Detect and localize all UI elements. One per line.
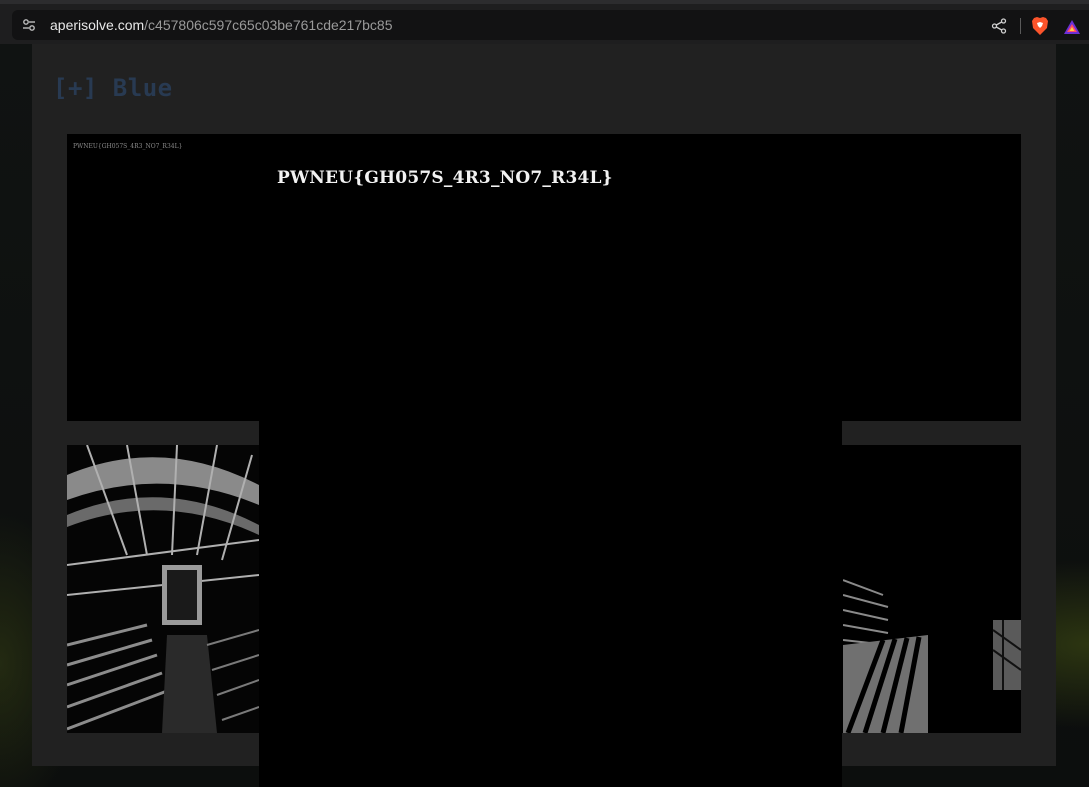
browser-toolbar: aperisolve.com/c457806c597c65c03be761cde… [0, 0, 1089, 44]
tune-icon[interactable] [22, 18, 36, 32]
url-path: /c457806c597c65c03be761cde217bc85 [144, 17, 393, 33]
section-title[interactable]: [+] Blue [53, 74, 173, 102]
brave-shield-icon[interactable] [1031, 16, 1049, 36]
zoomed-image-overlay[interactable]: PWNEU{GH057S_4R3_NO7_R34L} [259, 134, 842, 787]
brave-rewards-icon[interactable] [1063, 19, 1081, 35]
url-domain: aperisolve.com [50, 17, 145, 33]
greenhouse-scene-left [67, 445, 259, 733]
url-text[interactable]: aperisolve.com/c457806c597c65c03be761cde… [50, 16, 393, 34]
greenhouse-scene-right [843, 445, 1021, 733]
flag-text: PWNEU{GH057S_4R3_NO7_R34L} [277, 168, 613, 188]
toolbar-divider [1020, 18, 1021, 34]
share-icon[interactable] [991, 18, 1007, 34]
address-bar[interactable]: aperisolve.com/c457806c597c65c03be761cde… [12, 10, 1089, 40]
flag-thumbnail-text: PWNEU{GH057S_4R3_NO7_R34L} [73, 143, 183, 150]
